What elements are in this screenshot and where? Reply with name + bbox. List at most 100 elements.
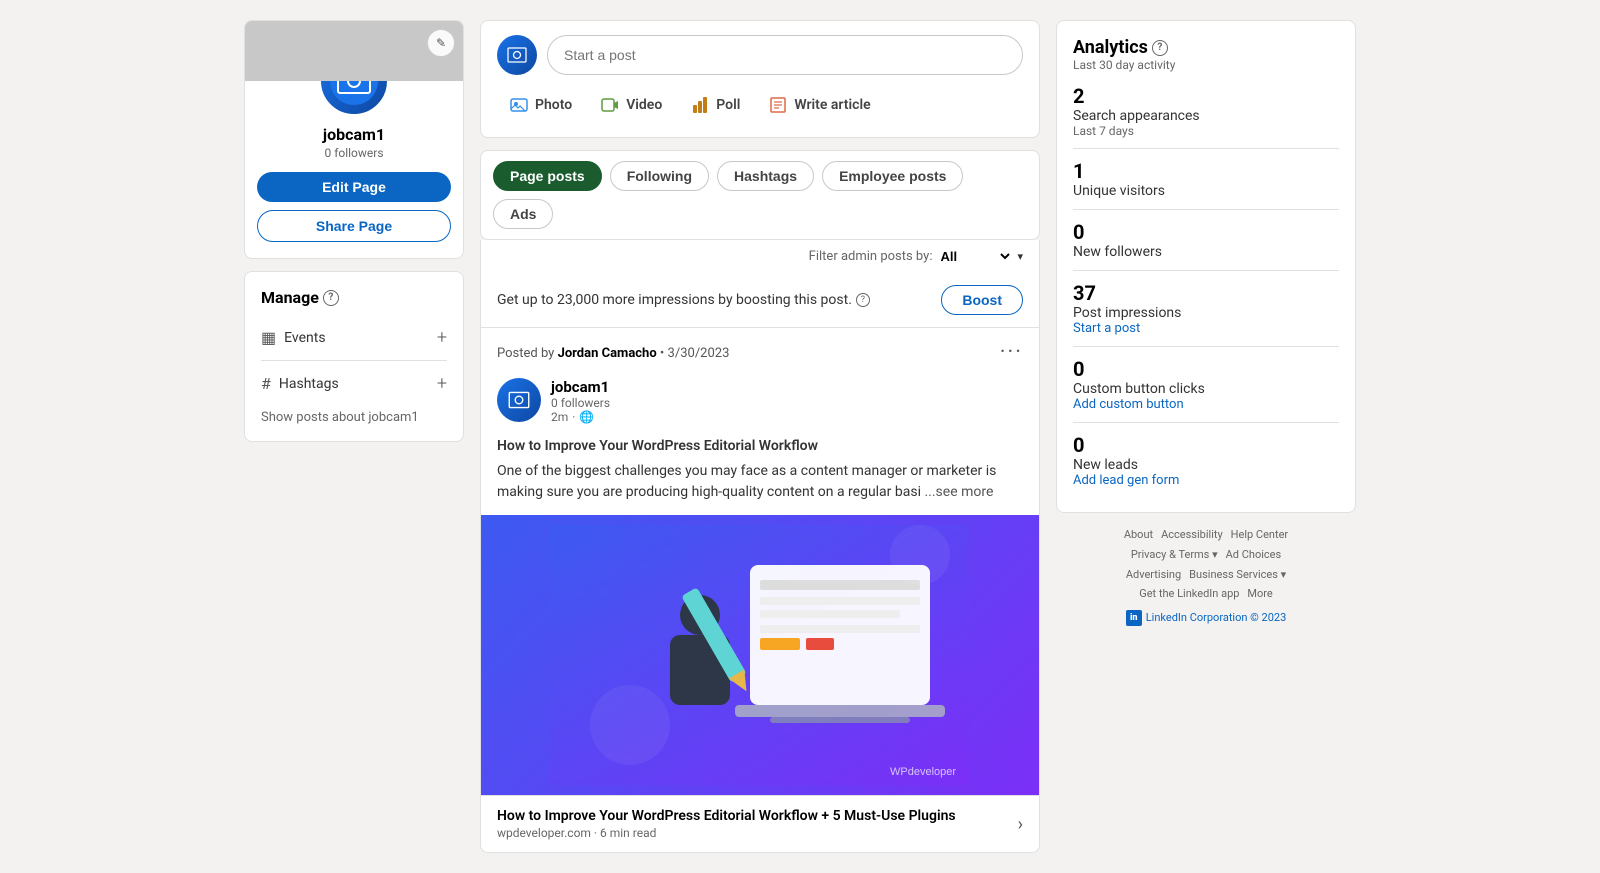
new-leads-link[interactable]: Add lead gen form: [1073, 473, 1339, 488]
add-event-icon[interactable]: +: [437, 327, 447, 348]
profile-name: jobcam1: [257, 125, 451, 144]
unique-visitors-stat: 1 Unique visitors: [1073, 159, 1339, 199]
show-posts-link[interactable]: Show posts about jobcam1: [261, 410, 447, 425]
footer-privacy[interactable]: Privacy & Terms ▾: [1131, 545, 1218, 565]
post-title: How to Improve Your WordPress Editorial …: [497, 436, 1023, 457]
manage-card: Manage ? ▦ Events + # Hashtags + Show po…: [244, 271, 464, 442]
new-leads-label: New leads: [1073, 457, 1339, 473]
post-author-section: jobcam1 0 followers 2m · 🌐: [481, 378, 1039, 436]
post-link-title: How to Improve Your WordPress Editorial …: [497, 808, 956, 824]
filter-chevron-icon: ▾: [1017, 250, 1023, 263]
linkedin-logo: in: [1126, 610, 1142, 626]
poll-action[interactable]: Poll: [678, 87, 752, 123]
post-page-followers: 0 followers: [551, 396, 610, 410]
banner-edit-icon[interactable]: ✎: [427, 29, 455, 57]
post-more-button[interactable]: ···: [1000, 342, 1023, 364]
new-followers-stat: 0 New followers: [1073, 220, 1339, 260]
calendar-icon: ▦: [261, 328, 276, 347]
post-impressions-stat: 37 Post impressions Start a post: [1073, 281, 1339, 336]
hashtag-icon: #: [261, 374, 271, 393]
footer-copyright: LinkedIn Corporation © 2023: [1146, 608, 1287, 628]
footer-get-app[interactable]: Get the LinkedIn app: [1139, 584, 1239, 604]
post-composer: Photo Video Poll Write article: [480, 20, 1040, 138]
article-action[interactable]: Write article: [756, 87, 882, 123]
footer-advertising[interactable]: Advertising: [1126, 565, 1181, 585]
tab-employee-posts[interactable]: Employee posts: [822, 161, 963, 191]
composer-avatar: [497, 35, 537, 75]
footer-about[interactable]: About: [1124, 525, 1153, 545]
manage-divider: [261, 360, 447, 361]
profile-card: ✎ jobcam1 0 followers Edit Pag: [244, 20, 464, 259]
analytics-help-icon[interactable]: ?: [1152, 40, 1168, 56]
analytics-divider-1: [1073, 148, 1339, 149]
analytics-title: Analytics ?: [1073, 37, 1339, 58]
profile-info: jobcam1 0 followers Edit Page Share Page: [245, 125, 463, 258]
custom-clicks-link[interactable]: Add custom button: [1073, 397, 1339, 412]
post-link-chevron-icon: ›: [1018, 814, 1023, 835]
analytics-divider-3: [1073, 270, 1339, 271]
post-impressions-number: 37: [1073, 281, 1339, 305]
post-link-preview[interactable]: How to Improve Your WordPress Editorial …: [481, 795, 1039, 852]
post-author-name: Jordan Camacho: [558, 346, 657, 361]
post-see-more[interactable]: ...see more: [924, 484, 993, 500]
analytics-subtitle: Last 30 day activity: [1073, 58, 1339, 72]
post-card: Posted by Jordan Camacho • 3/30/2023 ···…: [480, 328, 1040, 853]
start-post-input[interactable]: [547, 35, 1023, 75]
footer-help-center[interactable]: Help Center: [1231, 525, 1289, 545]
add-hashtag-icon[interactable]: +: [437, 373, 447, 394]
share-page-button[interactable]: Share Page: [257, 210, 451, 242]
manage-hashtags-item[interactable]: # Hashtags +: [261, 365, 447, 402]
manage-help-icon[interactable]: ?: [323, 290, 339, 306]
filter-label: Filter admin posts by:: [809, 249, 933, 264]
linkedin-brand: in LinkedIn Corporation © 2023: [1056, 608, 1356, 628]
post-globe-icon: 🌐: [579, 410, 594, 424]
post-date-separator: •: [660, 346, 668, 361]
search-appearances-stat: 2 Search appearances Last 7 days: [1073, 84, 1339, 138]
post-impressions-link[interactable]: Start a post: [1073, 321, 1339, 336]
tab-following[interactable]: Following: [610, 161, 709, 191]
post-author-avatar: [497, 378, 541, 422]
search-appearances-label: Search appearances: [1073, 108, 1339, 124]
new-leads-number: 0: [1073, 433, 1339, 457]
footer-more[interactable]: More: [1247, 584, 1272, 604]
tab-ads[interactable]: Ads: [493, 199, 553, 229]
custom-clicks-label: Custom button clicks: [1073, 381, 1339, 397]
tab-page-posts[interactable]: Page posts: [493, 161, 602, 191]
profile-banner: ✎: [245, 21, 463, 81]
video-action[interactable]: Video: [588, 87, 674, 123]
manage-events-item[interactable]: ▦ Events +: [261, 319, 447, 356]
post-header: Posted by Jordan Camacho • 3/30/2023 ···: [481, 328, 1039, 378]
composer-actions: Photo Video Poll Write article: [497, 87, 1023, 123]
custom-clicks-stat: 0 Custom button clicks Add custom button: [1073, 357, 1339, 412]
post-image: WPdeveloper: [481, 515, 1039, 795]
profile-followers: 0 followers: [257, 146, 451, 160]
analytics-divider-4: [1073, 346, 1339, 347]
post-impressions-label: Post impressions: [1073, 305, 1339, 321]
post-date: 3/30/2023: [668, 346, 730, 361]
photo-action[interactable]: Photo: [497, 87, 584, 123]
post-body: How to Improve Your WordPress Editorial …: [481, 436, 1039, 515]
boost-banner-text: Get up to 23,000 more impressions by boo…: [497, 292, 852, 308]
post-time-ago: 2m: [551, 410, 568, 424]
tab-hashtags[interactable]: Hashtags: [717, 161, 814, 191]
boost-banner: Get up to 23,000 more impressions by boo…: [480, 273, 1040, 328]
filter-select[interactable]: All My posts: [936, 248, 1013, 265]
footer-links: About Accessibility Help Center Privacy …: [1056, 525, 1356, 628]
post-meta: 2m · 🌐: [551, 410, 610, 424]
boost-button[interactable]: Boost: [941, 285, 1023, 315]
new-leads-stat: 0 New leads Add lead gen form: [1073, 433, 1339, 488]
footer-ad-choices[interactable]: Ad Choices: [1226, 545, 1282, 565]
analytics-divider-2: [1073, 209, 1339, 210]
edit-page-button[interactable]: Edit Page: [257, 172, 451, 202]
unique-visitors-label: Unique visitors: [1073, 183, 1339, 199]
footer-accessibility[interactable]: Accessibility: [1161, 525, 1223, 545]
new-followers-number: 0: [1073, 220, 1339, 244]
boost-help-icon[interactable]: ?: [856, 293, 870, 307]
post-body-text: One of the biggest challenges you may fa…: [497, 461, 1023, 503]
analytics-card: Analytics ? Last 30 day activity 2 Searc…: [1056, 20, 1356, 513]
post-link-source: wpdeveloper.com · 6 min read: [497, 826, 956, 840]
posted-by-label: Posted by: [497, 346, 554, 361]
unique-visitors-number: 1: [1073, 159, 1339, 183]
footer-business-services[interactable]: Business Services ▾: [1189, 565, 1286, 585]
custom-clicks-number: 0: [1073, 357, 1339, 381]
